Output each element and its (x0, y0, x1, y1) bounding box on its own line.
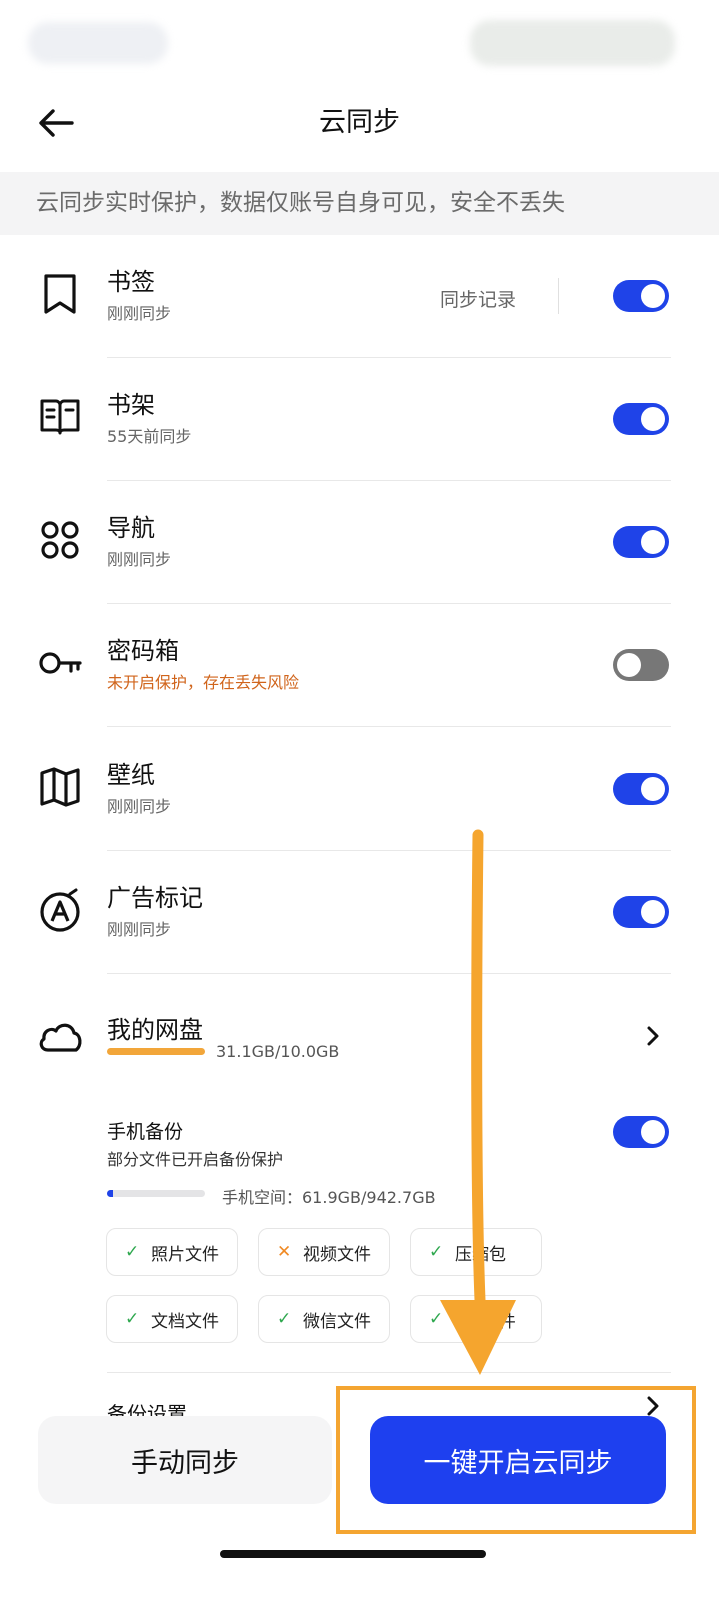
sync-item-title: 壁纸 (107, 761, 155, 789)
toggle-bookshelf[interactable] (613, 403, 669, 435)
file-type-label: 照片文件 (151, 1244, 219, 1265)
toggle-ad-marks[interactable] (613, 896, 669, 928)
file-type-chip-archives[interactable]: ✓ 压缩包 (410, 1228, 542, 1276)
file-type-label: 文档文件 (151, 1311, 219, 1332)
vertical-separator (558, 278, 559, 314)
toggle-wallpaper[interactable] (613, 773, 669, 805)
chevron-right-icon[interactable] (643, 1021, 663, 1051)
file-type-label: 微信文件 (303, 1311, 371, 1332)
sync-item-ad-marks: 广告标记 刚刚同步 (0, 850, 719, 974)
sync-item-title: 密码箱 (107, 637, 179, 665)
phone-space-bar (107, 1190, 205, 1197)
annotation-highlight-box (336, 1386, 696, 1534)
status-bar-time-blurred (28, 22, 168, 64)
map-icon (40, 767, 80, 807)
sync-item-bookshelf: 书架 55天前同步 (0, 357, 719, 481)
check-icon: ✓ (429, 1242, 444, 1262)
phone-backup-title: 手机备份 (107, 1121, 184, 1143)
home-indicator (220, 1550, 486, 1558)
sync-item-status: 刚刚同步 (107, 550, 172, 569)
status-bar-icons-blurred (470, 20, 675, 66)
check-icon: ✓ (125, 1242, 140, 1262)
bookmark-icon (44, 274, 76, 314)
status-bar (0, 0, 719, 80)
sync-item-status: 刚刚同步 (107, 797, 172, 816)
phone-space-text: 手机空间：61.9GB/942.7GB (222, 1188, 436, 1207)
header: 云同步 (0, 80, 719, 172)
sync-record-link[interactable]: 同步记录 (440, 285, 516, 312)
divider (107, 1372, 671, 1373)
sync-item-wallpaper: 壁纸 刚刚同步 (0, 727, 719, 851)
sync-item-navigation: 导航 刚刚同步 (0, 480, 719, 604)
netdisk-item[interactable]: 我的网盘 (0, 974, 719, 1084)
toggle-bookmarks[interactable] (613, 280, 669, 312)
grid-dots-icon (41, 521, 79, 559)
cross-icon: ✕ (277, 1242, 292, 1262)
toggle-phone-backup[interactable] (613, 1116, 669, 1148)
file-type-label: 视频文件 (303, 1244, 371, 1265)
netdisk-title: 我的网盘 (107, 1016, 203, 1044)
sync-item-passwords: 密码箱 未开启保护，存在丢失风险 (0, 603, 719, 727)
file-type-label: 压缩包 (455, 1244, 506, 1265)
sync-item-title: 书架 (107, 391, 155, 419)
sync-item-title: 广告标记 (107, 884, 203, 912)
sync-item-warning: 未开启保护，存在丢失风险 (107, 673, 300, 692)
sync-item-status: 刚刚同步 (107, 920, 172, 939)
phone-backup-subtitle: 部分文件已开启备份保护 (107, 1150, 284, 1169)
sync-item-title: 书签 (107, 268, 155, 296)
info-banner: 云同步实时保护，数据仅账号自身可见，安全不丢失 (0, 172, 719, 235)
page-title: 云同步 (319, 107, 400, 138)
file-type-chip-documents[interactable]: ✓ 文档文件 (106, 1295, 238, 1343)
manual-sync-button[interactable]: 手动同步 (38, 1416, 332, 1504)
backup-settings-item[interactable]: 备份设置 (107, 1398, 187, 1416)
file-type-label: QQ文件 (455, 1311, 516, 1332)
ad-mark-icon (40, 888, 80, 932)
check-icon: ✓ (125, 1309, 140, 1329)
sync-item-bookmarks: 书签 刚刚同步 (0, 234, 719, 358)
phone-space-fill (107, 1190, 114, 1197)
netdisk-usage-bar (107, 1048, 205, 1055)
sync-item-title: 导航 (107, 514, 155, 542)
toggle-passwords[interactable] (613, 649, 669, 681)
check-icon: ✓ (429, 1309, 444, 1329)
check-icon: ✓ (277, 1309, 292, 1329)
book-icon (40, 399, 80, 435)
file-type-chip-videos[interactable]: ✕ 视频文件 (258, 1228, 390, 1276)
cloud-icon (39, 1023, 82, 1052)
sync-item-status: 55天前同步 (107, 427, 192, 446)
toggle-navigation[interactable] (613, 526, 669, 558)
netdisk-usage-text: 31.1GB/10.0GB (216, 1042, 340, 1061)
file-type-chip-photos[interactable]: ✓ 照片文件 (106, 1228, 238, 1276)
sync-item-status: 刚刚同步 (107, 304, 172, 323)
key-icon (39, 652, 82, 674)
file-type-chip-qq[interactable]: ✓ QQ文件 (410, 1295, 542, 1343)
file-type-chip-wechat[interactable]: ✓ 微信文件 (258, 1295, 390, 1343)
